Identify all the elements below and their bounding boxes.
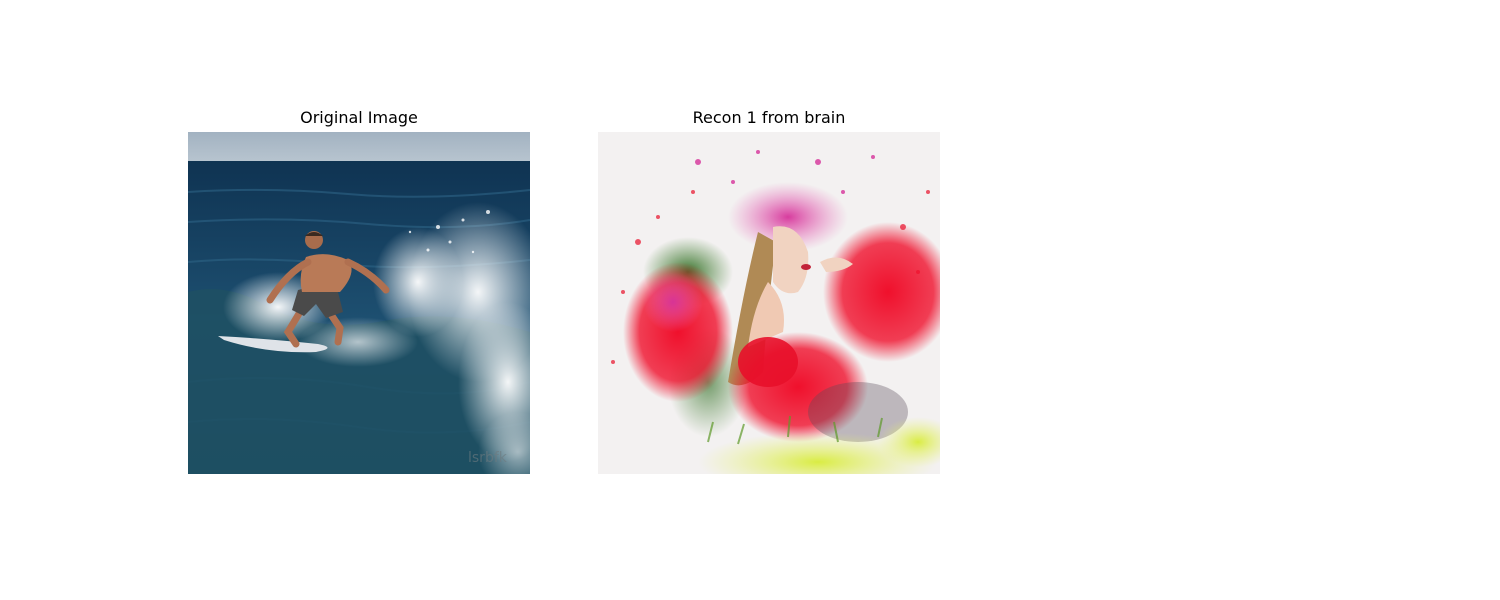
original-image: lsrbfk: [188, 132, 530, 474]
surfer-photo-icon: lsrbfk: [188, 132, 530, 474]
recon-image: [598, 132, 940, 474]
panel-title-original: Original Image: [300, 108, 418, 127]
panel-title-recon: Recon 1 from brain: [692, 108, 846, 127]
floral-portrait-painting-icon: [598, 132, 940, 474]
svg-text:lsrbfk: lsrbfk: [468, 450, 508, 466]
